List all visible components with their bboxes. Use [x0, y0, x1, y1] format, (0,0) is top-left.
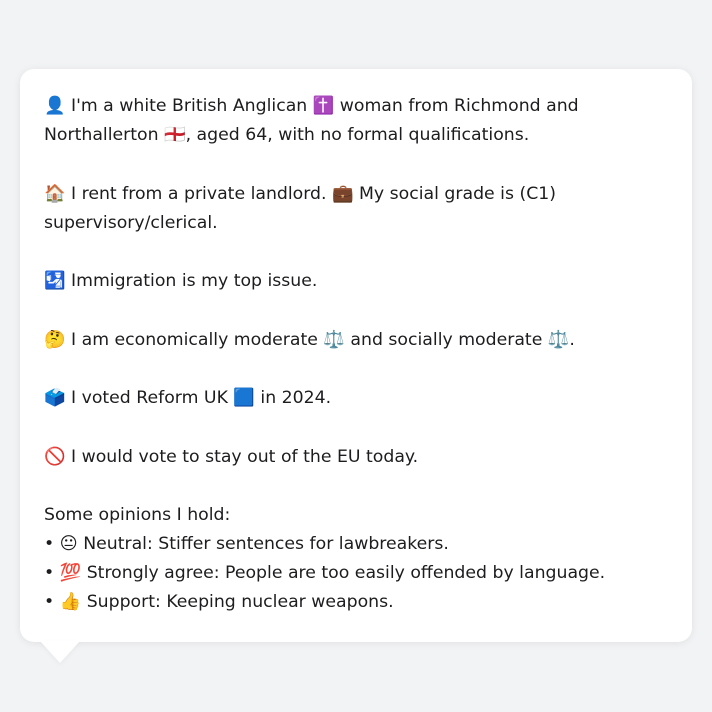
bubble-tail [40, 641, 80, 663]
vote-text: 🗳️ I voted Reform UK 🟦 in 2024. [44, 388, 332, 408]
opinion-item: • 😐 Neutral: Stiffer sentences for lawbr… [44, 534, 449, 554]
housing-text: 🏠 I rent from a private landlord. 💼 My s… [44, 183, 557, 233]
top-issue-text: 🛂 Immigration is my top issue. [44, 271, 318, 291]
opinions-list: • 😐 Neutral: Stiffer sentences for lawbr… [44, 530, 668, 617]
eu-text: 🚫 I would vote to stay out of the EU tod… [44, 446, 419, 467]
opinions-heading: Some opinions I hold: [44, 505, 231, 525]
opinion-item: • 💯 Strongly agree: People are too easil… [44, 563, 606, 583]
ideology-text: 🤔 I am economically moderate ⚖️ and soci… [44, 329, 575, 350]
identity-text: 👤 I'm a white British Anglican ✝️ woman … [44, 96, 579, 145]
persona-message-bubble: 👤 I'm a white British Anglican ✝️ woman … [20, 69, 692, 642]
opinion-item: • 👍 Support: Keeping nuclear weapons. [44, 592, 394, 612]
